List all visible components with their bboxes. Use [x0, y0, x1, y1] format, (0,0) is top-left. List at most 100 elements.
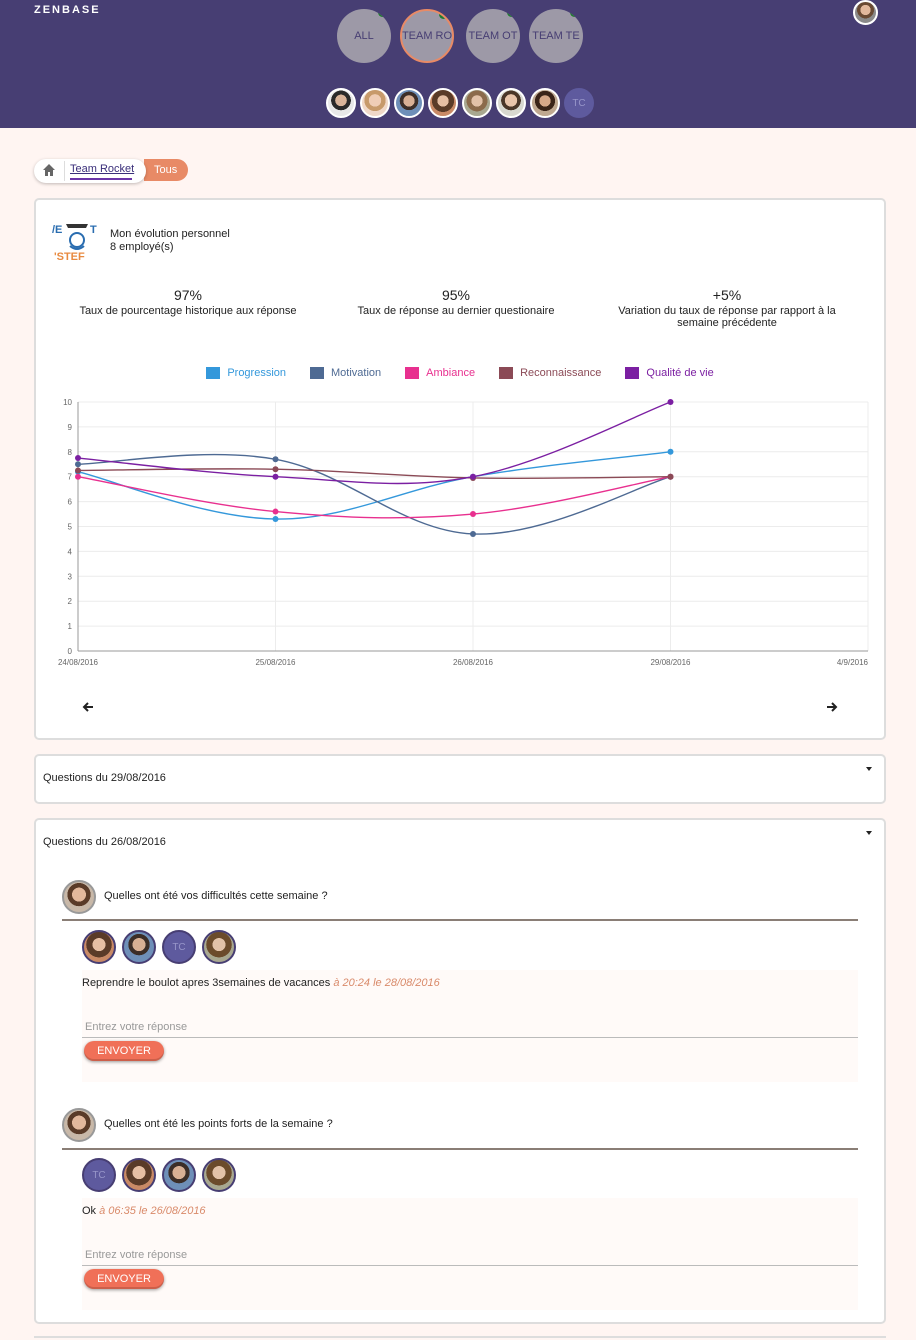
y-tick-label: 3: [68, 572, 73, 581]
breadcrumb-team: Team Rocket: [34, 159, 146, 183]
member-avatar[interactable]: [462, 88, 492, 118]
respondent-avatar[interactable]: [82, 930, 116, 964]
legend-label: Motivation: [331, 367, 382, 379]
section-title: Questions du 29/08/2016: [43, 772, 166, 784]
member-avatar[interactable]: [360, 88, 390, 118]
questions-section-collapsed[interactable]: Questions du 29/08/2016: [34, 754, 886, 804]
online-indicator: [378, 9, 387, 17]
respondent-avatar-initials[interactable]: TC: [162, 930, 196, 964]
avatar-initials: TC: [572, 97, 586, 109]
team-button-ot[interactable]: TEAM OT: [466, 9, 520, 63]
divider: [62, 919, 858, 921]
respondent-avatar[interactable]: [202, 1158, 236, 1192]
response-text: Reprendre le boulot apres 3semaines de v…: [82, 977, 440, 989]
legend-item[interactable]: Ambiance: [405, 367, 475, 379]
legend-item[interactable]: Qualité de vie: [625, 367, 714, 379]
response-input[interactable]: [82, 1244, 858, 1266]
member-avatar-initials[interactable]: TC: [564, 88, 594, 118]
team-button-te[interactable]: TEAM TE: [529, 9, 583, 63]
team-button-all[interactable]: ALL: [337, 9, 391, 63]
respondent-avatar[interactable]: [122, 1158, 156, 1192]
response-panel: Reprendre le boulot apres 3semaines de v…: [82, 970, 858, 1082]
questions-section-expanded: Questions du 26/08/2016 Quelles ont été …: [34, 818, 886, 1324]
response-timestamp: à 06:35 le 26/08/2016: [99, 1205, 206, 1217]
legend-swatch: [499, 367, 514, 379]
stat-last-rate: 95% Taux de réponse au dernier questiona…: [338, 287, 574, 317]
team-button-label: TEAM OT: [468, 30, 518, 42]
series-line: [77, 451, 671, 520]
stat-value: 97%: [173, 287, 203, 303]
data-point: [667, 448, 674, 455]
series-line: [77, 401, 671, 485]
legend-label: Progression: [227, 367, 287, 379]
data-point: [272, 466, 279, 473]
data-point: [75, 461, 81, 468]
y-tick-label: 10: [63, 398, 72, 407]
response-body: Ok: [82, 1205, 97, 1217]
legend-label: Ambiance: [426, 367, 476, 379]
respondent-avatar[interactable]: [162, 1158, 196, 1192]
legend-label: Qualité de vie: [646, 367, 714, 379]
member-avatar[interactable]: [530, 88, 560, 118]
question-author-avatar: [62, 880, 96, 914]
svg-text:T: T: [90, 224, 97, 236]
data-point: [667, 399, 674, 405]
legend-swatch: [310, 367, 325, 379]
response-body: Reprendre le boulot apres 3semaines de v…: [82, 977, 331, 989]
y-tick-label: 5: [68, 523, 73, 532]
x-tick-label: 29/08/2016: [650, 658, 691, 667]
y-tick-label: 1: [68, 622, 73, 631]
send-button[interactable]: ENVOYER: [84, 1041, 164, 1061]
respondent-avatar-initials[interactable]: TC: [82, 1158, 116, 1192]
home-icon[interactable]: [42, 163, 56, 177]
member-avatar[interactable]: [326, 88, 356, 118]
member-avatar[interactable]: [496, 88, 526, 118]
section-title: Questions du 26/08/2016: [43, 836, 166, 848]
svg-text:'STEF: 'STEF: [54, 251, 85, 262]
send-button[interactable]: ENVOYER: [84, 1269, 164, 1289]
chevron-down-icon[interactable]: [866, 767, 872, 771]
x-tick-label: 4/9/2016: [837, 658, 869, 667]
x-tick-label: 24/08/2016: [58, 658, 99, 667]
online-indicator: [439, 11, 448, 19]
chevron-down-icon[interactable]: [866, 831, 872, 835]
team-button-ro[interactable]: TEAM RO: [400, 9, 454, 63]
team-logo: /E T 'STEF: [50, 218, 104, 262]
legend-item[interactable]: Reconnaissance: [499, 367, 601, 379]
legend-item[interactable]: Motivation: [310, 367, 381, 379]
legend-item[interactable]: Progression: [206, 367, 286, 379]
svg-text:/E: /E: [52, 224, 62, 236]
data-point: [272, 456, 279, 463]
data-point: [272, 508, 279, 515]
member-avatar[interactable]: [428, 88, 458, 118]
online-indicator: [570, 9, 579, 17]
x-tick-label: 25/08/2016: [255, 658, 296, 667]
online-indicator: [507, 9, 516, 17]
breadcrumb-filter[interactable]: Tous: [144, 159, 188, 181]
breadcrumb-team-link[interactable]: Team Rocket: [70, 163, 134, 175]
stat-variation: +5% Variation du taux de réponse par rap…: [596, 287, 858, 329]
legend-label: Reconnaissance: [520, 367, 602, 379]
user-avatar[interactable]: [853, 0, 878, 25]
question-text: Quelles ont été vos difficultés cette se…: [104, 890, 328, 902]
legend-swatch: [625, 367, 640, 379]
question-author-avatar: [62, 1108, 96, 1142]
member-avatar[interactable]: [394, 88, 424, 118]
data-point: [667, 473, 674, 480]
stat-label: Taux de pourcentage historique aux répon…: [79, 305, 297, 317]
respondent-avatar[interactable]: [202, 930, 236, 964]
brand-logo: ZENBASE: [34, 4, 101, 16]
response-text: Ok à 06:35 le 26/08/2016: [82, 1205, 206, 1217]
y-tick-label: 0: [68, 647, 73, 656]
overview-card: /E T 'STEF Mon évolution personnel 8 emp…: [34, 198, 886, 740]
stat-value: +5%: [712, 287, 742, 303]
team-button-label: TEAM TE: [532, 30, 580, 42]
response-input[interactable]: [82, 1016, 858, 1038]
arrow-right-icon[interactable]: [826, 700, 840, 714]
y-tick-label: 8: [68, 448, 73, 457]
respondent-avatar[interactable]: [122, 930, 156, 964]
avatar-initials: TC: [92, 1169, 106, 1181]
data-point: [470, 530, 476, 537]
team-title: Mon évolution personnel: [110, 228, 230, 240]
arrow-left-icon[interactable]: [82, 700, 96, 714]
